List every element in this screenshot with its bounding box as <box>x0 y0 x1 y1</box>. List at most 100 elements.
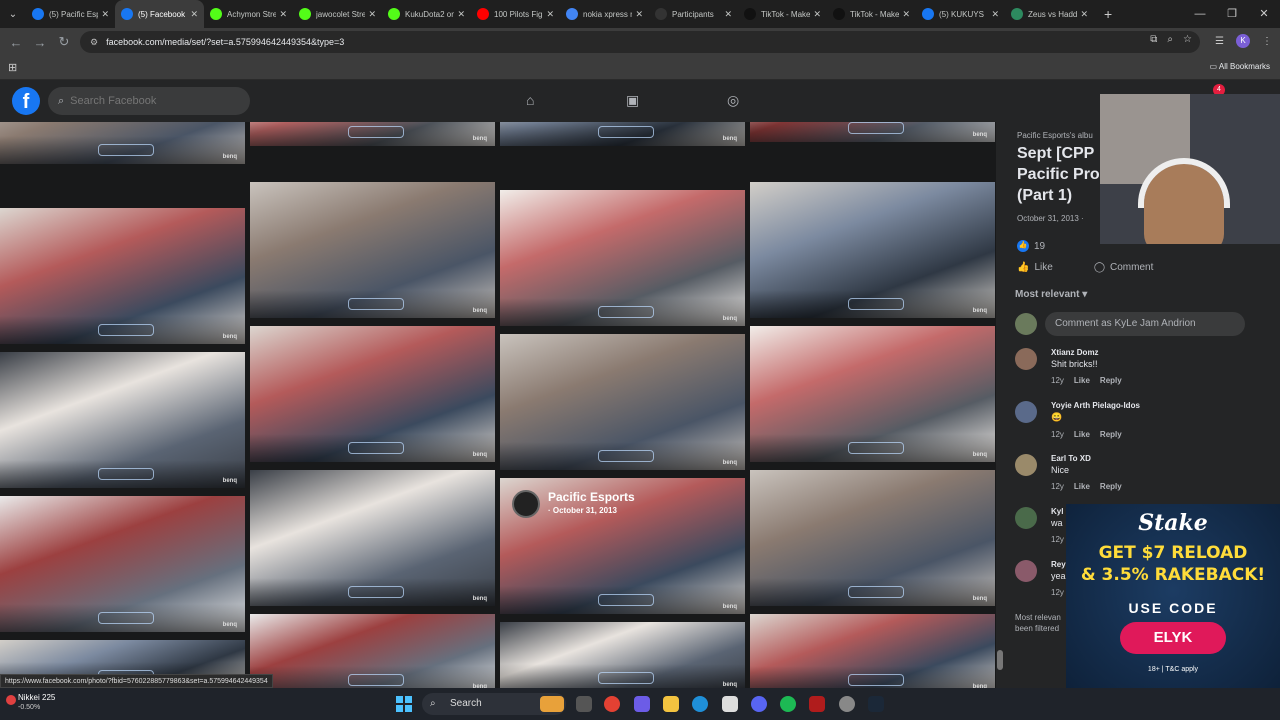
close-tab-icon[interactable]: ✕ <box>546 9 554 20</box>
obs-icon[interactable] <box>839 696 855 712</box>
close-tab-icon[interactable]: ✕ <box>724 9 732 20</box>
browser-tab[interactable]: Participants ✕ <box>649 0 738 28</box>
task-view-icon[interactable] <box>576 696 592 712</box>
groups-icon[interactable]: ◎ <box>727 92 739 109</box>
comment-like-button[interactable]: Like <box>1074 482 1090 491</box>
comment-time[interactable]: 12y <box>1051 430 1064 439</box>
album-owner-link[interactable]: Pacific Esports's albu <box>1017 131 1093 140</box>
tab-search-chevron-icon[interactable]: ⌄ <box>0 9 26 20</box>
grid-scrollbar[interactable] <box>996 122 1004 688</box>
file-explorer-icon[interactable] <box>663 696 679 712</box>
album-photo[interactable]: benq <box>500 122 745 146</box>
album-photo[interactable]: benq <box>250 470 495 606</box>
comment-reply-button[interactable]: Reply <box>1100 376 1122 385</box>
spotify-icon[interactable] <box>780 696 796 712</box>
hover-date[interactable]: · October 31, 2013 <box>548 506 617 515</box>
menu-kebab-icon[interactable]: ⋮ <box>1262 36 1272 47</box>
page-avatar[interactable] <box>512 490 540 518</box>
profile-avatar[interactable]: K <box>1236 34 1250 48</box>
browser-tab[interactable]: jawocolet Stream✕ <box>293 0 382 28</box>
comment-reply-button[interactable]: Reply <box>1100 430 1122 439</box>
browser-tab[interactable]: (5) Facebook ✕ <box>115 0 204 28</box>
album-photo[interactable]: benq <box>0 496 245 632</box>
album-photo[interactable]: benq <box>500 622 745 688</box>
url-bar[interactable]: ⚙ facebook.com/media/set/?set=a.57599464… <box>80 31 1200 53</box>
marketplace-icon[interactable]: ▣ <box>626 92 639 109</box>
browser-tab[interactable]: TikTok - Make Your Day✕ <box>827 0 916 28</box>
browser-tab[interactable]: Achymon Stream✕ <box>204 0 293 28</box>
close-tab-icon[interactable]: ✕ <box>190 9 198 20</box>
album-photo[interactable]: benq <box>750 614 995 688</box>
close-tab-icon[interactable]: ✕ <box>279 9 287 20</box>
comment-button[interactable]: ◯ Comment <box>1094 262 1159 273</box>
close-tab-icon[interactable]: ✕ <box>101 9 109 20</box>
chrome-icon[interactable] <box>604 696 620 712</box>
facebook-search-box[interactable]: ⌕ <box>48 87 250 115</box>
close-tab-icon[interactable]: ✕ <box>1080 9 1088 20</box>
album-photo[interactable]: benq <box>500 334 745 470</box>
browser-tab[interactable]: KukuDota2 on Kick✕ <box>382 0 471 28</box>
album-photo[interactable]: benq <box>750 326 995 462</box>
apps-grid-icon[interactable]: ⊞ <box>8 61 17 74</box>
scrollbar-thumb[interactable] <box>997 650 1003 670</box>
comment-like-button[interactable]: Like <box>1074 376 1090 385</box>
stock-widget[interactable]: Nikkei 225 -0.50% <box>6 693 55 713</box>
comment-like-button[interactable]: Like <box>1074 430 1090 439</box>
album-photo[interactable]: benq <box>750 122 995 142</box>
album-photo[interactable]: benq <box>0 352 245 488</box>
commenter-name[interactable]: Yoyie Arth Pielago-Idos <box>1051 401 1140 410</box>
album-photo[interactable]: benq <box>0 208 245 344</box>
search-input[interactable] <box>70 95 221 107</box>
close-window-icon[interactable]: ✕ <box>1248 0 1280 28</box>
forward-arrow-icon[interactable]: → <box>28 35 52 50</box>
close-tab-icon[interactable]: ✕ <box>991 9 999 20</box>
reload-icon[interactable]: ↻ <box>52 34 76 50</box>
url-text[interactable]: facebook.com/media/set/?set=a.5759946424… <box>106 37 344 47</box>
discord-icon[interactable] <box>751 696 767 712</box>
back-arrow-icon[interactable]: ← <box>4 35 28 50</box>
weather-icon[interactable] <box>540 696 564 712</box>
copilot-icon[interactable] <box>634 696 650 712</box>
zoom-icon[interactable]: ⌕ <box>1167 34 1173 45</box>
site-info-icon[interactable]: ⚙ <box>90 37 98 48</box>
like-button[interactable]: 👍 Like <box>1017 262 1058 273</box>
browser-tab[interactable]: (5) KUKUYS ✕ <box>916 0 1005 28</box>
new-tab-button[interactable]: + <box>1104 6 1112 22</box>
windows-start-icon[interactable] <box>396 696 412 712</box>
album-photo[interactable]: benq <box>750 470 995 606</box>
comment-time[interactable]: 12y <box>1051 376 1064 385</box>
commenter-avatar[interactable] <box>1015 348 1037 370</box>
close-tab-icon[interactable]: ✕ <box>457 9 465 20</box>
home-icon[interactable]: ⌂ <box>526 92 534 108</box>
close-tab-icon[interactable]: ✕ <box>813 9 821 20</box>
steam-icon[interactable] <box>868 696 884 712</box>
facebook-logo-icon[interactable]: f <box>12 87 40 115</box>
album-photo[interactable]: benq <box>500 190 745 326</box>
comment-time[interactable]: 12y <box>1051 588 1064 597</box>
commenter-avatar[interactable] <box>1015 560 1037 582</box>
comment-time[interactable]: 12y <box>1051 482 1064 491</box>
comment-time[interactable]: 12y <box>1051 535 1064 544</box>
commenter-avatar[interactable] <box>1015 454 1037 476</box>
maximize-icon[interactable]: ❐ <box>1216 0 1248 28</box>
commenter-name[interactable]: Earl To XD <box>1051 454 1122 463</box>
album-photo[interactable]: benq <box>0 122 245 164</box>
browser-tab[interactable]: nokia xpress music✕ <box>560 0 649 28</box>
sort-dropdown[interactable]: Most relevant ▾ <box>1015 289 1087 300</box>
minimize-icon[interactable]: — <box>1184 0 1216 28</box>
album-date[interactable]: October 31, 2013 · <box>1017 214 1084 223</box>
promo-code-button[interactable]: ELYK <box>1120 622 1226 654</box>
album-photo[interactable]: benq <box>250 122 495 146</box>
comment-reply-button[interactable]: Reply <box>1100 482 1122 491</box>
edge-icon[interactable] <box>692 696 708 712</box>
dota-icon[interactable] <box>809 696 825 712</box>
cast-icon[interactable]: ⧉ <box>1150 34 1157 45</box>
all-bookmarks-button[interactable]: ▭ All Bookmarks <box>1210 62 1270 71</box>
close-tab-icon[interactable]: ✕ <box>902 9 910 20</box>
reaction-summary[interactable]: 👍 19 <box>1017 240 1045 252</box>
extensions-icon[interactable]: ☰ <box>1215 36 1224 47</box>
album-photo[interactable]: benq <box>250 614 495 688</box>
album-photo[interactable]: benq <box>250 182 495 318</box>
hover-page-name[interactable]: Pacific Esports <box>548 490 635 504</box>
comment-input[interactable]: Comment as KyLe Jam Andrion <box>1045 312 1245 336</box>
